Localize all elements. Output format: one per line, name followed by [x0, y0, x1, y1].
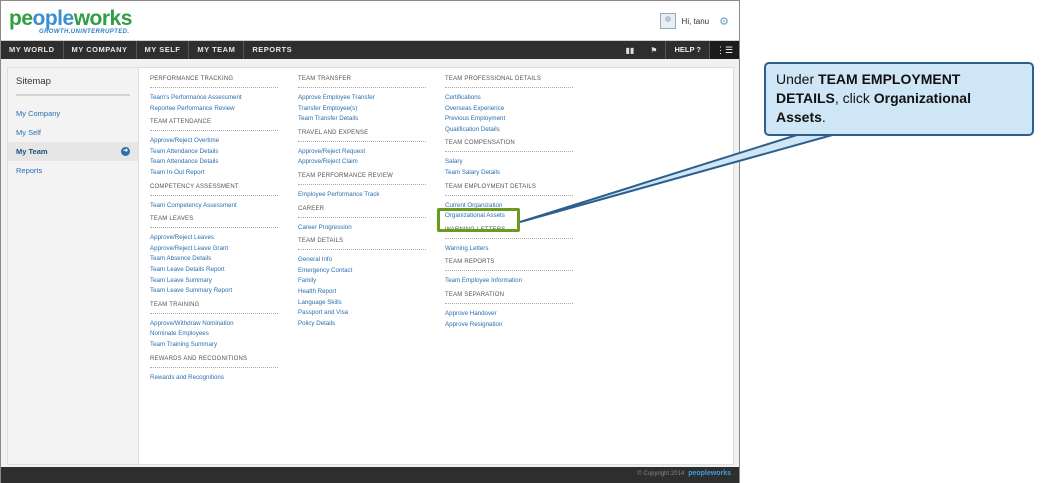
callout-text: Under [776, 71, 819, 87]
instruction-callout: Under TEAM EMPLOYMENT DETAILS, click Org… [764, 62, 1034, 136]
callout-tail [519, 133, 837, 223]
callout-text: . [821, 109, 826, 125]
callout-text: , click [834, 90, 874, 106]
